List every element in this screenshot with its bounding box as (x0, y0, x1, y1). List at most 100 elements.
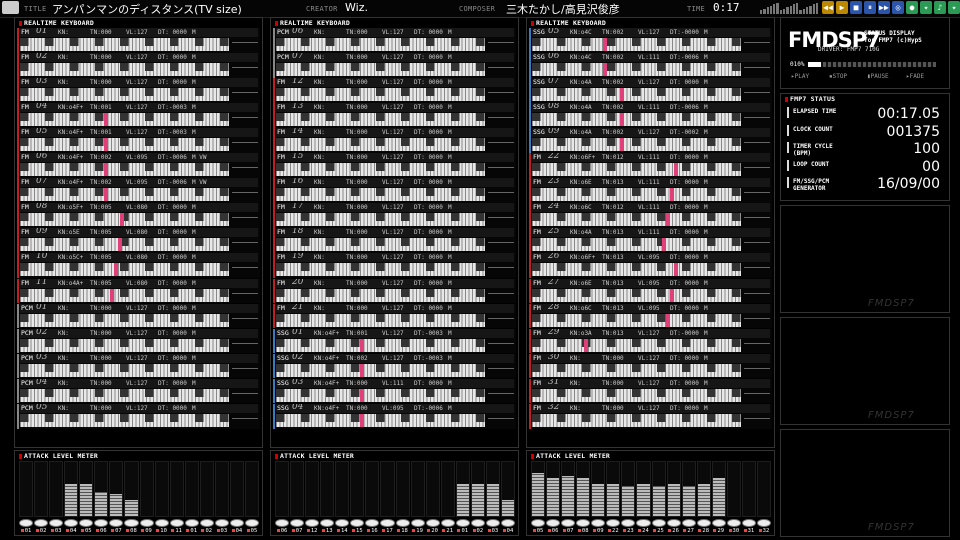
channel-row[interactable]: SSG 01 KN:o4F+ TN:001 VL:127 DT:-0003 M (273, 328, 516, 354)
player-button-2[interactable]: ■ (850, 1, 862, 14)
channel-row[interactable]: FM 05 KN:o4F+ TN:001 VL:127 DT:-0003 M (17, 128, 260, 153)
channel-row[interactable]: FM 09 KN:o5E TN:005 VL:080 DT: 0000 M (17, 228, 260, 254)
channel-row[interactable]: FM 04 KN:o4F+ TN:001 VL:127 DT:-0003 M (17, 103, 260, 128)
channel-header: FM 11 KN:o4A+ TN:005 VL:080 DT: 0000 M (20, 278, 258, 288)
player-button-0[interactable]: ◀◀ (822, 1, 834, 14)
channel-row[interactable]: PCM 03 KN: TN:000 VL:127 DT: 0000 M (17, 353, 260, 379)
channel-row[interactable]: SSG 02 KN:o4F+ TN:002 VL:127 DT:-0003 M (273, 353, 516, 379)
status-title: FMP7 STATUS (785, 95, 835, 103)
channel-row[interactable]: FM 24 KN:o6C TN:012 VL:111 DT: 0000 M (529, 203, 772, 229)
channel-row[interactable]: FM 18 KN: TN:000 VL:127 DT: 0000 M (273, 228, 516, 254)
channel-row[interactable]: FM 17 KN: TN:000 VL:127 DT: 0000 M (273, 203, 516, 229)
channel-row[interactable]: PCM 07 KN: TN:000 VL:127 DT: 0000 M (273, 53, 516, 78)
pressed-key (619, 113, 624, 127)
channel-row[interactable]: FM 27 KN:o6E TN:013 VL:095 DT: 0000 M (529, 278, 772, 304)
channel-row[interactable]: SSG 05 KN:o4C TN:002 VL:127 DT:-0000 M (529, 28, 772, 53)
waveform (744, 367, 770, 369)
channel-row[interactable]: FM 22 KN:o6F+ TN:012 VL:111 DT: 0000 M (529, 153, 772, 179)
fade-button[interactable]: ▸FADE (906, 73, 924, 80)
meter-fill (607, 483, 620, 516)
channel-row[interactable]: PCM 04 KN: TN:000 VL:127 DT: 0000 M (17, 378, 260, 404)
player-button-1[interactable]: ▶ (836, 1, 848, 14)
play-button[interactable]: ▸PLAY (791, 73, 809, 80)
waveform (488, 342, 514, 344)
channel-row[interactable]: SSG 03 KN:o4F+ TN:000 VL:111 DT: 0000 M (273, 378, 516, 404)
channel-row[interactable]: FM 20 KN: TN:000 VL:127 DT: 0000 M (273, 278, 516, 304)
detune: DT: 0000 (414, 29, 443, 36)
player-button-6[interactable]: ● (906, 1, 918, 14)
channel-header: FM 15 KN: TN:000 VL:127 DT: 0000 M (276, 153, 514, 163)
channel-row[interactable]: FM 06 KN:o4F+ TN:002 VL:095 DT:-0006 M VW (17, 153, 260, 179)
stop-button[interactable]: ▪STOP (829, 73, 847, 80)
progress-track[interactable] (808, 62, 936, 67)
player-button-9[interactable]: ✦ (948, 1, 960, 14)
channel-row[interactable]: FM 16 KN: TN:000 VL:127 DT: 0000 M (273, 178, 516, 204)
channel-row[interactable]: SSG 06 KN:o4C TN:002 VL:111 DT:-0006 M (529, 53, 772, 78)
key-note: KN:o4A (570, 229, 592, 237)
meter-fill (562, 475, 575, 516)
keyboard (532, 313, 741, 327)
key-note: KN:o4F+ (314, 329, 340, 337)
key-note: KN: (58, 354, 69, 362)
channel-row[interactable]: FM 02 KN: TN:000 VL:127 DT: 0000 M (17, 53, 260, 78)
channel-row[interactable]: FM 32 KN: TN:000 VL:127 DT: 0000 M (529, 403, 772, 429)
channel-type: FM (21, 103, 29, 112)
channel-row[interactable]: FM 08 KN:o5F+ TN:005 VL:080 DT: 0000 M (17, 203, 260, 229)
channel-row[interactable]: SSG 07 KN:o4A TN:002 VL:127 DT: 0000 M (529, 78, 772, 103)
meter-bar (244, 461, 259, 517)
channel-row[interactable]: FM 23 KN:o6E TN:013 VL:111 DT: 0000 M (529, 178, 772, 204)
channel-row[interactable]: PCM 06 KN: TN:000 VL:127 DT: 0000 M (273, 28, 516, 53)
channel-marker (17, 28, 19, 53)
meter-bar (410, 461, 425, 517)
channel-row[interactable]: SSG 09 KN:o4A TN:002 VL:127 DT:-0002 M (529, 128, 772, 153)
flags: M (448, 204, 452, 212)
player-button-5[interactable]: ◎ (892, 1, 904, 14)
keyboard (276, 288, 485, 302)
channel-row[interactable]: FM 07 KN:o4F+ TN:002 VL:095 DT:-0006 M VW (17, 178, 260, 204)
channel-row[interactable]: FM 30 KN: TN:000 VL:127 DT: 0000 M (529, 353, 772, 379)
channel-row[interactable]: FM 01 KN: TN:000 VL:127 DT: 0000 M (17, 28, 260, 53)
channel-row[interactable]: FM 25 KN:o4A TN:013 VL:111 DT: 0000 M (529, 228, 772, 254)
channel-number: 01 (292, 328, 304, 337)
channel-row[interactable]: PCM 01 KN: TN:000 VL:127 DT: 0000 M (17, 303, 260, 329)
dial-icon (696, 519, 711, 527)
channel-row[interactable]: FM 10 KN:o5C+ TN:005 VL:080 DT: 0000 M (17, 253, 260, 279)
player-button-7[interactable]: ✦ (920, 1, 932, 14)
player-button-8[interactable]: ♪ (934, 1, 946, 14)
channel-row[interactable]: FM 14 KN: TN:000 VL:127 DT: 0000 M (273, 128, 516, 153)
channel-row[interactable]: FM 31 KN: TN:000 VL:127 DT: 0000 M (529, 378, 772, 404)
channel-number: 13 (292, 103, 304, 112)
channel-row[interactable]: FM 29 KN:o3A TN:013 VL:127 DT:-0000 M (529, 328, 772, 354)
channel-type: FM (21, 228, 29, 237)
waveform (744, 217, 770, 219)
player-button-3[interactable]: ⏸ (864, 1, 876, 14)
channel-row[interactable]: FM 26 KN:o6F+ TN:013 VL:095 DT: 0000 M (529, 253, 772, 279)
pause-button[interactable]: ▮PAUSE (867, 73, 889, 80)
key-note: KN:o6E (570, 179, 592, 187)
channel-row[interactable]: SSG 08 KN:o4A TN:002 VL:111 DT:-0006 M (529, 103, 772, 128)
dial-icon (681, 519, 696, 527)
channel-row[interactable]: FM 13 KN: TN:000 VL:127 DT: 0000 M (273, 103, 516, 128)
keyboard (20, 163, 229, 177)
channel-row[interactable]: FM 15 KN: TN:000 VL:127 DT: 0000 M (273, 153, 516, 179)
waveform (232, 217, 258, 219)
meter-bar (199, 461, 214, 517)
meter-bar (335, 461, 350, 517)
keyboard (276, 38, 485, 51)
channel-row[interactable]: FM 21 KN: TN:000 VL:127 DT: 0000 M (273, 303, 516, 329)
channel-row[interactable]: PCM 05 KN: TN:000 VL:127 DT: 0000 M (17, 403, 260, 429)
channel-row[interactable]: SSG 04 KN:o4F+ TN:000 VL:095 DT:-0006 M (273, 403, 516, 429)
key-note: KN: (314, 154, 325, 162)
player-button-4[interactable]: ▶▶ (878, 1, 890, 14)
flags: M (192, 354, 196, 362)
channel-row[interactable]: FM 12 KN: TN:000 VL:127 DT: 0000 M (273, 78, 516, 103)
channel-number: 09 (36, 228, 48, 237)
pressed-key (674, 263, 679, 277)
channel-row[interactable]: PCM 02 KN: TN:000 VL:127 DT: 0000 M (17, 328, 260, 354)
channel-row[interactable]: FM 03 KN: TN:000 VL:127 DT: 0000 M (17, 78, 260, 103)
waveform (232, 392, 258, 394)
keyboard (276, 263, 485, 277)
channel-row[interactable]: FM 28 KN:o6C TN:013 VL:095 DT: 0000 M (529, 303, 772, 329)
channel-row[interactable]: FM 19 KN: TN:000 VL:127 DT: 0000 M (273, 253, 516, 279)
channel-row[interactable]: FM 11 KN:o4A+ TN:005 VL:080 DT: 0000 M (17, 278, 260, 304)
